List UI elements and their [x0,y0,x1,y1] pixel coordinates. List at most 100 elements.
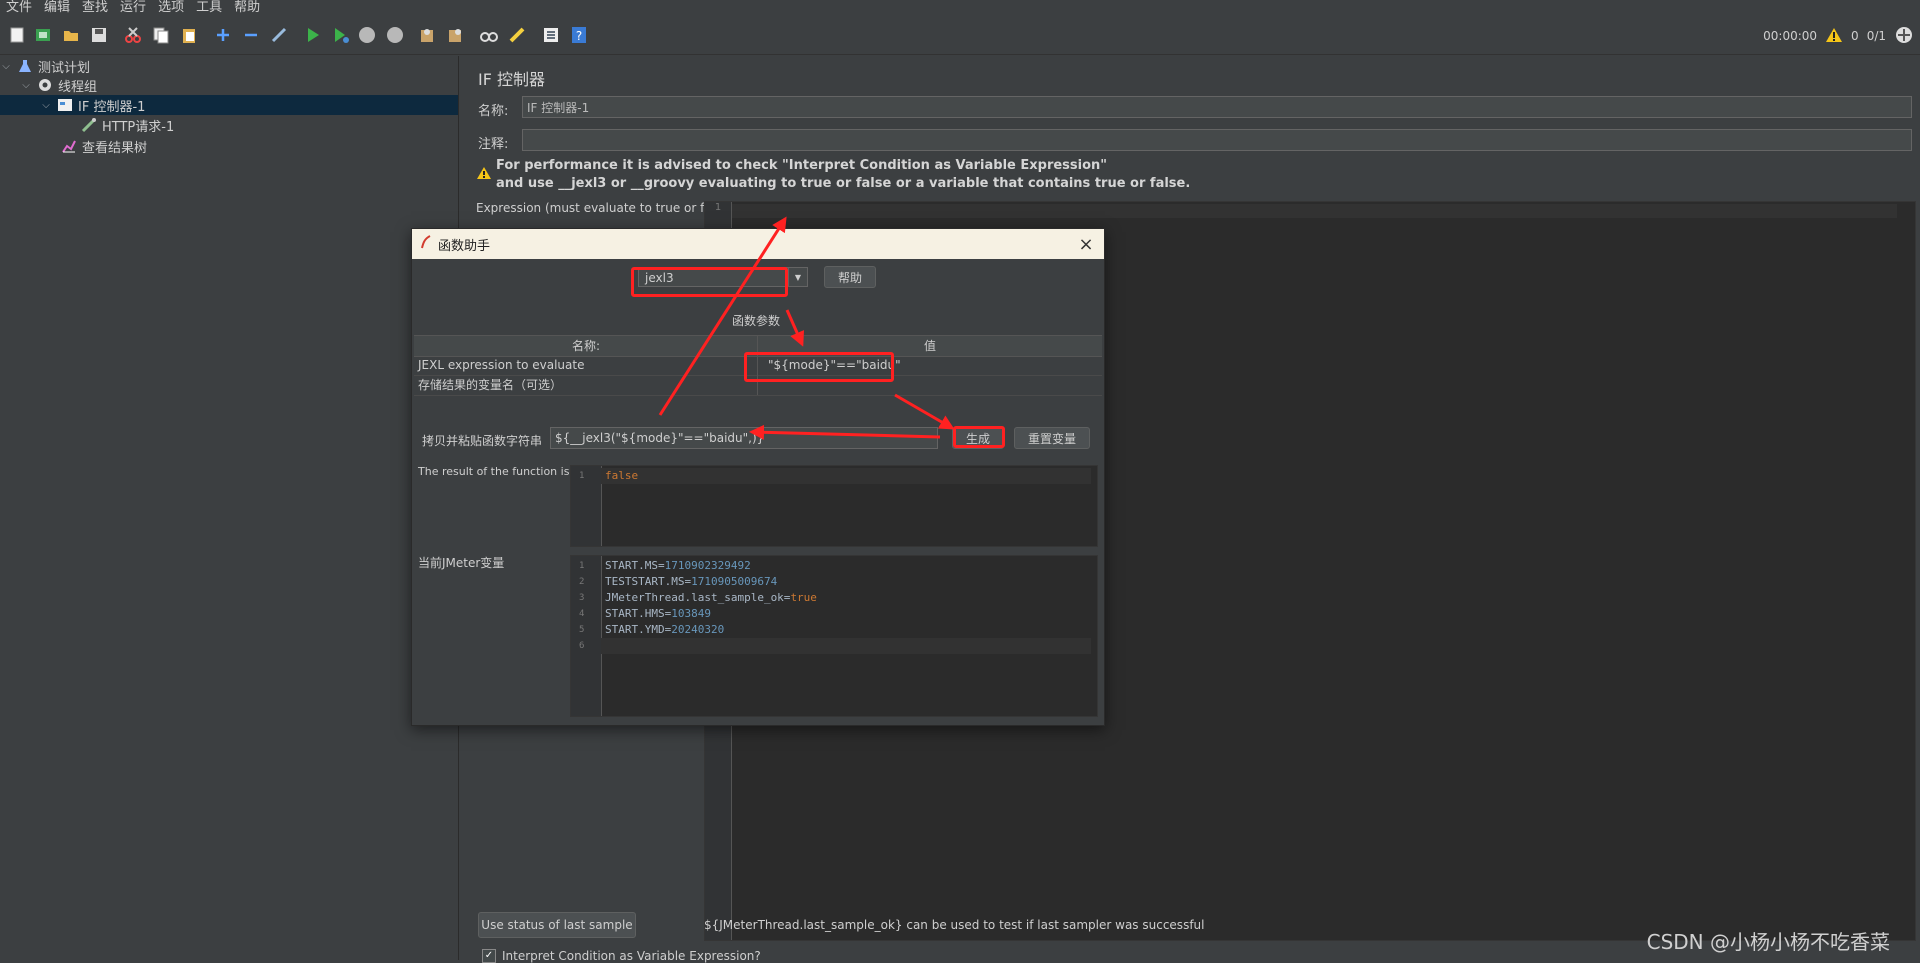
paste-icon[interactable] [178,24,200,46]
warning-count: 0 [1851,29,1859,43]
gear-icon [37,77,53,93]
help-icon[interactable]: ? [568,24,590,46]
tree-item-test-plan[interactable]: ⌵ 测试计划 [0,56,458,76]
annotation-box-function [631,267,788,297]
tree-item-thread-group[interactable]: ⌵ 线程组 [20,75,458,95]
function-helper-icon[interactable] [540,24,562,46]
flask-icon [17,58,33,74]
result-label: The result of the function is [418,465,570,478]
copy-label: 拷贝并粘贴函数字符串 [422,434,543,448]
remote-icon[interactable] [1894,25,1914,48]
function-helper-dialog: 函数助手 × jexl3 ▼ 帮助 函数参数 名称: 值 JEXL expres… [411,228,1105,726]
clear-all-icon[interactable] [444,24,466,46]
save-icon[interactable] [88,24,110,46]
variable-line: START.YMD=20240320 [605,623,725,636]
warning-icon [476,166,492,184]
code-gutter: 1 2 3 4 5 6 [571,556,602,716]
tree-item-label: 测试计划 [38,60,91,76]
line-number: 1 [579,561,585,571]
warning-text-line1: For performance it is advised to check "… [496,158,1108,173]
menu-file[interactable]: 文件 [0,0,38,16]
interpret-checkbox-label: Interpret Condition as Variable Expressi… [502,949,761,963]
param-name: JEXL expression to evaluate [418,358,585,372]
menu-help[interactable]: 帮助 [228,0,266,16]
reset-variables-button[interactable]: 重置变量 [1014,427,1090,449]
name-label: 名称: [478,104,509,119]
comment-field[interactable] [522,129,1912,151]
variable-line: TESTSTART.MS=1710905009674 [605,575,778,588]
toolbar-divider [0,54,1920,55]
collapse-icon[interactable] [240,24,262,46]
tree-item-http-request[interactable]: HTTP请求-1 [76,115,458,135]
feather-icon [420,235,432,253]
cut-icon[interactable] [122,24,144,46]
copy-icon[interactable] [150,24,172,46]
expand-icon[interactable] [212,24,234,46]
variables-area[interactable]: 1 2 3 4 5 6 START.MS=1710902329492 TESTS… [570,555,1098,717]
chevron-down-icon[interactable]: ▼ [788,267,808,287]
result-value: false [601,468,1091,484]
line-number: 4 [579,609,585,619]
line-number: 6 [579,641,585,651]
column-header-name[interactable]: 名称: [414,336,758,356]
if-controller-icon [57,97,73,113]
tree-item-label: IF 控制器-1 [78,99,146,115]
chevron-down-icon[interactable]: ⌵ [20,80,32,91]
variable-line: START.HMS=103849 [605,607,711,620]
start-no-pause-icon[interactable] [330,24,352,46]
variable-line: START.MS=1710902329492 [605,559,751,572]
toggle-icon[interactable] [268,24,290,46]
chart-icon [61,138,77,154]
name-field[interactable]: IF 控制器-1 [522,96,1912,118]
line-number: 1 [579,471,585,481]
toolbar-status: 00:00:00 0 0/1 [1763,18,1920,54]
templates-icon[interactable] [32,24,54,46]
clear-icon[interactable] [416,24,438,46]
code-gutter: 1 [571,466,602,546]
params-title: 函数参数 [732,314,781,328]
chevron-down-icon[interactable]: ⌵ [0,61,12,72]
vars-label: 当前JMeter变量 [418,556,505,570]
timer-text: 00:00:00 [1763,29,1818,43]
use-status-button[interactable]: Use status of last sample [478,912,636,938]
function-string-field[interactable]: ${__jexl3("${mode}"=="baidu",)} [550,427,938,449]
annotation-box-generate [953,426,1005,448]
editor-current-line [732,204,1897,218]
variable-line: JMeterThread.last_sample_ok=true [605,591,817,604]
result-area[interactable]: 1 false [570,465,1098,547]
line-number: 5 [579,625,585,635]
help-button[interactable]: 帮助 [824,266,876,288]
page-title: IF 控制器 [478,70,546,89]
watermark: CSDN @小杨小杨不吃香菜 [1646,930,1890,954]
line-number: 2 [579,577,585,587]
tree-item-results-tree[interactable]: 查看结果树 [56,136,458,156]
open-icon[interactable] [60,24,82,46]
menu-tools[interactable]: 工具 [190,0,228,16]
warning-icon[interactable] [1825,27,1843,46]
comment-label: 注释: [478,137,509,152]
param-name: 存储结果的变量名（可选） [418,378,563,392]
chevron-down-icon[interactable]: ⌵ [40,100,52,111]
tree-item-if-controller[interactable]: ⌵ IF 控制器-1 [0,95,458,115]
interpret-checkbox[interactable]: ✓ [482,949,496,963]
shutdown-icon[interactable] [384,24,406,46]
line-number: 3 [579,593,585,603]
search-icon[interactable] [478,24,500,46]
reset-search-icon[interactable] [506,24,528,46]
menu-options[interactable]: 选项 [152,0,190,16]
dialog-title: 函数助手 [438,238,491,254]
menu-edit[interactable]: 编辑 [38,0,76,16]
menu-search[interactable]: 查找 [76,0,114,16]
menu-bar: 文件 编辑 查找 运行 选项 工具 帮助 [0,0,1920,16]
dialog-titlebar[interactable]: 函数助手 × [412,229,1104,259]
new-icon[interactable] [6,24,28,46]
start-icon[interactable] [302,24,324,46]
tree-item-label: HTTP请求-1 [102,119,175,135]
interpret-checkbox-row[interactable]: ✓ Interpret Condition as Variable Expres… [482,949,761,963]
tree-item-label: 查看结果树 [82,140,148,156]
pipette-icon [81,117,97,133]
stop-icon[interactable] [356,24,378,46]
close-icon[interactable]: × [1076,234,1096,255]
test-plan-tree: ⌵ 测试计划 ⌵ 线程组 ⌵ IF 控制器-1 HTTP请求-1 查看结果树 [0,56,459,960]
menu-run[interactable]: 运行 [114,0,152,16]
